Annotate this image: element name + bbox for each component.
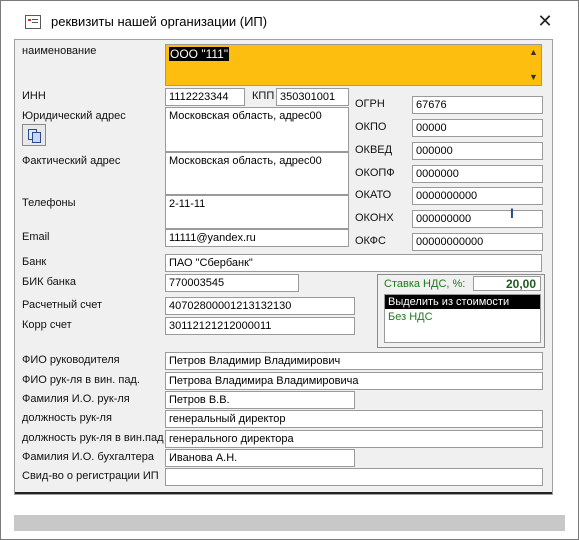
copy-address-icon[interactable] <box>22 124 46 146</box>
window: реквизиты нашей организации (ИП) ✕ наиме… <box>0 0 579 540</box>
title-bar: реквизиты нашей организации (ИП) ✕ <box>1 1 578 39</box>
scroll-down-icon[interactable]: ▼ <box>528 72 539 83</box>
head-fio-gen-label: ФИО рук-ля в вин. пад. <box>22 374 140 386</box>
vat-option-included[interactable]: Выделить из стоимости <box>385 295 540 309</box>
account-label: Расчетный счет <box>22 299 103 311</box>
legal-address-field[interactable]: Московская область, адрес00 <box>165 107 349 152</box>
accountant-field[interactable]: Иванова А.Н. <box>165 449 355 467</box>
registration-cert-label: Свид-во о регистрации ИП <box>22 470 159 482</box>
corr-account-label: Корр счет <box>22 319 72 331</box>
head-position-gen-label: должность рук-ля в вин.пад <box>22 432 164 444</box>
account-field[interactable]: 40702800001213132130 <box>165 297 355 315</box>
kpp-field[interactable]: 350301001 <box>276 88 349 106</box>
bik-label: БИК банка <box>22 276 77 288</box>
legal-address-label: Юридический адрес <box>22 110 126 122</box>
inn-field[interactable]: 1112223344 <box>165 88 245 106</box>
phones-label: Телефоны <box>22 197 76 209</box>
head-fio-gen-field[interactable]: Петрова Владимира Владимировича <box>165 372 543 390</box>
vat-mode-list[interactable]: Выделить из стоимости Без НДС <box>384 294 541 343</box>
okonh-label: ОКОНХ <box>355 212 394 224</box>
okved-field[interactable]: 000000 <box>412 142 543 160</box>
vat-option-none[interactable]: Без НДС <box>385 310 540 324</box>
bik-field[interactable]: 770003545 <box>165 274 299 292</box>
window-title: реквизиты нашей организации (ИП) <box>51 14 268 29</box>
okonh-field[interactable]: 000000000 <box>412 210 543 228</box>
status-bar <box>14 515 565 531</box>
name-scrollbar[interactable]: ▲ ▼ <box>526 45 541 85</box>
okato-label: ОКАТО <box>355 189 392 201</box>
email-field[interactable]: 11111@yandex.ru <box>165 229 349 247</box>
vat-rate-field[interactable]: 20,00 <box>473 276 541 291</box>
vat-group: Ставка НДС, %: 20,00 Выделить из стоимос… <box>377 274 545 348</box>
inn-label: ИНН <box>22 90 46 102</box>
kpp-label: КПП <box>252 90 275 102</box>
phones-field[interactable]: 2-11-11 <box>165 195 349 229</box>
okfs-label: ОКФС <box>355 235 386 247</box>
head-position-gen-field[interactable]: генерального директора <box>165 430 543 448</box>
okved-label: ОКВЕД <box>355 144 393 156</box>
accountant-label: Фамилия И.О. бухгалтера <box>22 451 155 463</box>
ogrn-field[interactable]: 67676 <box>412 96 543 114</box>
vat-rate-label: Ставка НДС, %: <box>384 278 466 290</box>
okpo-field[interactable]: 00000 <box>412 119 543 137</box>
name-label: наименование <box>22 45 97 57</box>
registration-cert-field[interactable] <box>165 468 543 486</box>
actual-address-label: Фактический адрес <box>22 155 121 167</box>
actual-address-field[interactable]: Московская область, адрес00 <box>165 152 349 195</box>
head-short-field[interactable]: Петров В.В. <box>165 391 355 409</box>
head-fio-label: ФИО руководителя <box>22 354 120 366</box>
scroll-up-icon[interactable]: ▲ <box>528 47 539 58</box>
name-field[interactable]: ООО "111" ▲ ▼ <box>165 44 542 86</box>
head-short-label: Фамилия И.О. рук-ля <box>22 393 130 405</box>
okfs-field[interactable]: 00000000000 <box>412 233 543 251</box>
form-panel: наименование ООО "111" ▲ ▼ ИНН 111222334… <box>14 39 553 495</box>
head-fio-field[interactable]: Петров Владимир Владимирович <box>165 352 543 370</box>
divider <box>15 492 552 494</box>
close-button[interactable]: ✕ <box>534 10 556 32</box>
bank-field[interactable]: ПАО "Сбербанк" <box>165 254 542 272</box>
bank-label: Банк <box>22 256 47 268</box>
text-cursor-icon: I <box>510 205 514 221</box>
form-icon <box>25 15 41 29</box>
okpo-label: ОКПО <box>355 121 387 133</box>
okato-field[interactable]: 0000000000 <box>412 187 543 205</box>
okopf-field[interactable]: 0000000 <box>412 165 543 183</box>
email-label: Email <box>22 231 50 243</box>
okopf-label: ОКОПФ <box>355 167 395 179</box>
ogrn-label: ОГРН <box>355 98 385 110</box>
corr-account-field[interactable]: 30112121212000011 <box>165 317 355 335</box>
head-position-label: должность рук-ля <box>22 412 112 424</box>
head-position-field[interactable]: генеральный директор <box>165 410 543 428</box>
name-value: ООО "111" <box>169 47 230 61</box>
